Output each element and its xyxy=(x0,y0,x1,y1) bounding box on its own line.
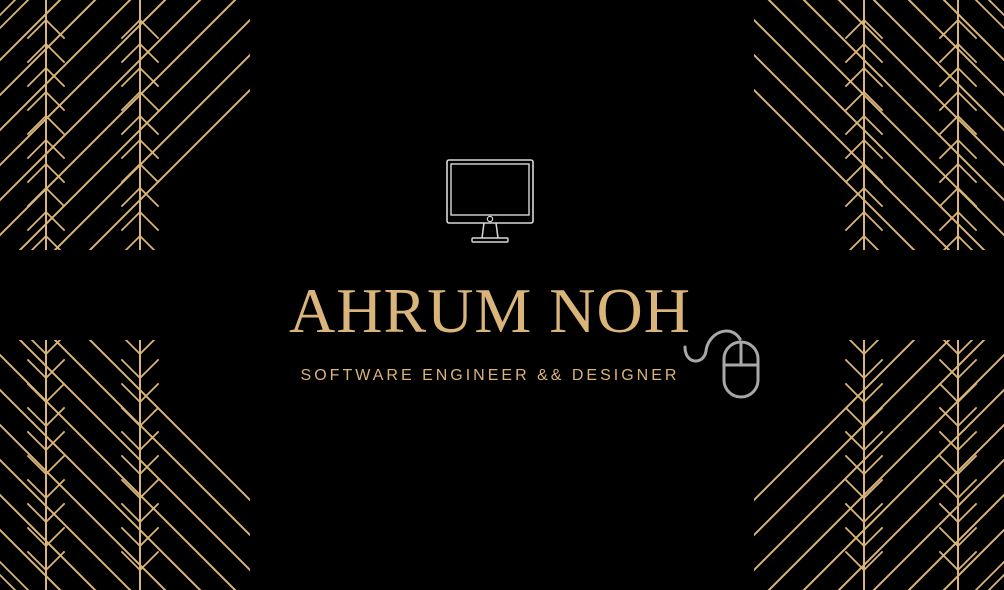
desktop-monitor-icon xyxy=(444,157,536,247)
computer-mouse-icon xyxy=(680,325,764,401)
job-title: SOFTWARE ENGINEER && DESIGNER xyxy=(300,367,680,384)
corner-pattern-top-right xyxy=(754,0,1004,250)
corner-pattern-top-left xyxy=(0,0,250,250)
business-card: AHRUM NOH SOFTWARE ENGINEER && DESIGNER xyxy=(0,0,1004,590)
person-name: AHRUM NOH xyxy=(289,275,691,346)
